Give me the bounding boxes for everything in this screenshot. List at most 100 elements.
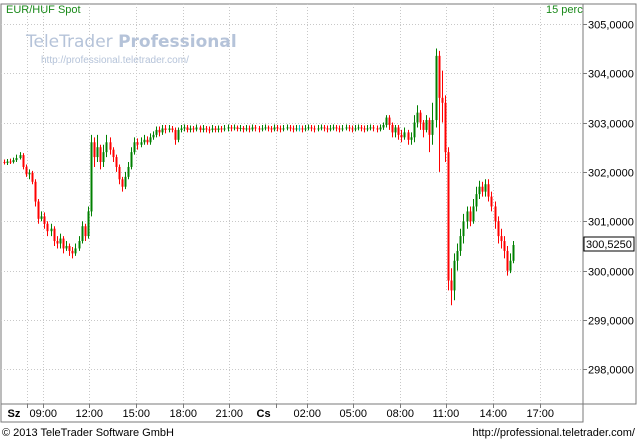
last-value-marker: 300,5250 (583, 236, 635, 252)
candle-body (509, 260, 512, 271)
candle-body (127, 166, 130, 177)
candle-body (56, 241, 59, 244)
candle-body (62, 238, 65, 249)
candle-body (407, 132, 410, 140)
candle-body (22, 155, 25, 167)
candle-body (394, 127, 397, 133)
x-tick-label: 14:00 (480, 408, 508, 420)
x-tick-label: 09:00 (30, 408, 58, 420)
symbol-label: EUR/HUF Spot (6, 4, 81, 16)
candle-body (475, 194, 478, 207)
candle-body (251, 127, 254, 130)
candle-body (478, 186, 481, 195)
candle-body (40, 216, 43, 219)
candle-body (28, 172, 31, 175)
candle-body (59, 238, 62, 244)
candle-body (105, 142, 108, 153)
candle-body (459, 236, 462, 251)
candle-body (400, 134, 403, 138)
candle-body (211, 128, 214, 130)
candle-body (90, 142, 93, 212)
y-tick-label: 300,0000 (588, 267, 634, 279)
candle-body (25, 166, 28, 175)
candle-body (37, 201, 40, 219)
candle-body (403, 132, 406, 138)
candle-body (261, 128, 264, 130)
watermark-url: http://professional.teletrader.com/ (41, 55, 189, 66)
candle-body (438, 55, 441, 98)
candle-body (320, 127, 323, 129)
candle-body (435, 55, 438, 121)
candle-body (121, 179, 124, 187)
x-tick-label: 05:00 (340, 408, 368, 420)
candle-body (270, 128, 273, 130)
interval-label: 15 perc (546, 4, 583, 16)
candlestick-chart: TeleTrader Professional http://professio… (0, 3, 637, 439)
x-tick-label: 17:00 (527, 408, 555, 420)
candle-body (264, 127, 267, 129)
candle-body (379, 127, 382, 130)
candle-body (43, 216, 46, 224)
candle-body (388, 117, 391, 125)
candle-body (273, 127, 276, 130)
candle-body (68, 245, 71, 251)
candle-body (484, 184, 487, 192)
candle-body (242, 127, 245, 130)
candle-body (84, 226, 87, 237)
price-axis (582, 3, 637, 405)
candle-body (155, 129, 158, 135)
y-tick-label: 298,0000 (588, 365, 634, 377)
candle-body (416, 112, 419, 123)
candle-body (133, 142, 136, 153)
x-tick-label: 08:00 (387, 408, 415, 420)
candle-body (214, 128, 217, 130)
candle-body (354, 128, 357, 130)
candle-body (357, 127, 360, 129)
candle-body (419, 112, 422, 123)
candle-body (248, 128, 251, 130)
candle-body (65, 245, 68, 249)
candle-body (15, 158, 18, 161)
candle-body (372, 127, 375, 129)
y-tick-label: 301,0000 (588, 217, 634, 229)
candle-body (171, 128, 174, 130)
candle-body (329, 128, 332, 130)
candle-body (183, 127, 186, 129)
footer-url[interactable]: http://professional.teletrader.com/ (472, 427, 636, 439)
candle-body (143, 139, 146, 143)
candle-body (192, 128, 195, 130)
candle-body (490, 196, 493, 207)
x-tick-label: Cs (257, 408, 271, 420)
candle-body (425, 120, 428, 130)
candle-body (292, 128, 295, 130)
candle-body (199, 127, 202, 130)
candle-body (71, 250, 74, 254)
candle-body (130, 152, 133, 167)
x-tick-label: 11:00 (433, 408, 460, 420)
candle-body (410, 137, 413, 140)
candle-body (3, 162, 6, 164)
x-tick-label: 02:00 (294, 408, 322, 420)
candle-body (397, 127, 400, 135)
y-tick-label: 302,0000 (588, 168, 634, 180)
x-tick-label: 21:00 (216, 408, 244, 420)
candle-body (369, 127, 372, 129)
candle-body (366, 128, 369, 130)
x-tick-label: Sz (8, 408, 21, 420)
candle-body (158, 129, 161, 133)
candle-body (348, 127, 351, 129)
candle-body (174, 129, 177, 140)
candle-body (149, 137, 152, 143)
candle-body (87, 211, 90, 237)
candle-body (472, 206, 475, 222)
candle-body (298, 128, 301, 130)
candle-body (254, 127, 257, 129)
candle-body (180, 128, 183, 130)
candle-body (385, 117, 388, 125)
candle-body (6, 161, 9, 164)
y-tick-label: 304,0000 (588, 69, 634, 81)
candle-body (500, 236, 503, 242)
candle-body (428, 120, 431, 135)
candle-body (360, 127, 363, 129)
candle-body (481, 186, 484, 192)
